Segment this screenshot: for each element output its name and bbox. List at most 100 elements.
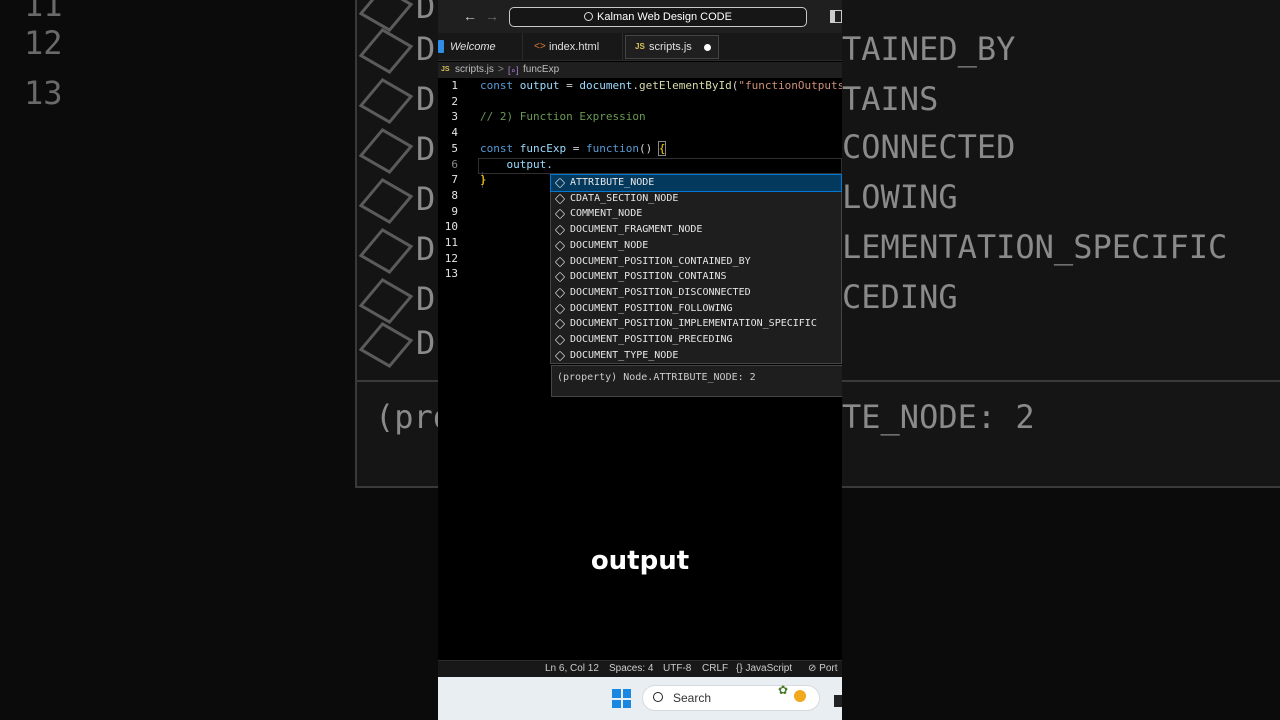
background-row: D bbox=[358, 77, 435, 125]
line-number: 6 bbox=[451, 157, 458, 171]
background-row: D bbox=[358, 177, 435, 225]
line-number: 7 bbox=[451, 173, 458, 187]
tab-scripts-js[interactable]: JS scripts.js bbox=[625, 35, 719, 59]
property-cube-icon bbox=[554, 240, 566, 252]
suggestion-detail: (property) Node.ATTRIBUTE_NODE: 2 bbox=[551, 365, 842, 397]
background-row: CEDING bbox=[842, 278, 958, 316]
suggestion-item[interactable]: CDATA_SECTION_NODE bbox=[551, 191, 841, 207]
arrow-right-icon[interactable]: → bbox=[485, 8, 499, 24]
suggestion-item[interactable]: DOCUMENT_POSITION_CONTAINED_BY bbox=[551, 254, 841, 270]
suggestion-item[interactable]: DOCUMENT_FRAGMENT_NODE bbox=[551, 222, 841, 238]
suggestion-item[interactable]: DOCUMENT_TYPE_NODE bbox=[551, 348, 841, 364]
tab-index-html[interactable]: <> index.html bbox=[523, 33, 623, 61]
status-bar: Ln 6, Col 12 Spaces: 4 UTF-8 CRLF {} Jav… bbox=[438, 660, 842, 677]
arrow-left-icon[interactable]: ← bbox=[463, 8, 477, 24]
property-cube-icon bbox=[554, 318, 566, 330]
property-cube-icon bbox=[554, 271, 566, 283]
background-row: D bbox=[358, 227, 435, 275]
breadcrumb-symbol[interactable]: funcExp bbox=[523, 62, 559, 78]
tab-welcome[interactable]: Welcome bbox=[438, 33, 523, 61]
js-icon: JS bbox=[441, 66, 450, 73]
command-center-search[interactable]: Kalman Web Design CODE bbox=[509, 7, 807, 27]
property-cube-icon bbox=[554, 350, 566, 361]
property-cube-icon bbox=[554, 334, 566, 346]
code-line-5: const funcExp = function() { bbox=[480, 140, 667, 156]
background-hover-text: TE_NODE: 2 bbox=[842, 398, 1035, 436]
suggestion-item[interactable]: DOCUMENT_POSITION_FOLLOWING bbox=[551, 301, 841, 317]
chevron-right-icon: > bbox=[498, 64, 504, 75]
property-cube-icon bbox=[554, 256, 566, 267]
line-number: 13 bbox=[444, 267, 458, 281]
background-row: TAINED_BY bbox=[842, 30, 1016, 68]
tab-label: scripts.js bbox=[649, 41, 692, 53]
ports-icon: ⊘ bbox=[808, 663, 820, 674]
breadcrumb: JS scripts.js > [∘] funcExp bbox=[438, 62, 842, 78]
tab-label: Welcome bbox=[450, 41, 496, 53]
search-icon bbox=[584, 12, 594, 21]
line-number: 12 bbox=[444, 251, 458, 265]
video-caption: output bbox=[590, 546, 690, 576]
search-icon bbox=[653, 692, 663, 702]
js-icon: JS bbox=[635, 42, 645, 51]
background-left: 11 12 13 D D D D D D D D (pro bbox=[0, 0, 438, 720]
editor-tabs: Welcome <> index.html JS scripts.js bbox=[438, 33, 842, 61]
status-cursor-position[interactable]: Ln 6, Col 12 bbox=[545, 661, 599, 677]
status-eol[interactable]: CRLF bbox=[702, 661, 728, 677]
vscode-icon bbox=[438, 40, 444, 53]
code-line-7: } bbox=[480, 173, 487, 187]
background-row: LEMENTATION_SPECIFIC bbox=[842, 228, 1228, 266]
line-number: 5 bbox=[451, 141, 458, 155]
breadcrumb-file[interactable]: scripts.js bbox=[455, 62, 494, 78]
line-number: 8 bbox=[451, 188, 458, 202]
property-cube-icon bbox=[554, 287, 566, 299]
background-row: CONNECTED bbox=[842, 128, 1016, 166]
background-row: TAINS bbox=[842, 80, 939, 118]
background-hover-text: (pro bbox=[375, 398, 438, 436]
background-line-number: 12 bbox=[24, 24, 63, 62]
line-number: 10 bbox=[444, 220, 458, 234]
code-line-1: const output = document.getElementById("… bbox=[480, 79, 842, 92]
property-cube-icon bbox=[554, 303, 566, 314]
property-cube-icon bbox=[554, 224, 566, 236]
suggestion-item[interactable]: COMMENT_NODE bbox=[551, 206, 841, 222]
background-row: D bbox=[358, 0, 435, 33]
suggest-widget[interactable]: ATTRIBUTE_NODE CDATA_SECTION_NODE COMMEN… bbox=[550, 174, 842, 397]
suggestion-item[interactable]: DOCUMENT_POSITION_CONTAINS bbox=[551, 269, 841, 285]
unsaved-dot-icon[interactable] bbox=[704, 44, 711, 51]
search-highlight-icon: ✿ bbox=[778, 683, 789, 697]
windows-logo-icon[interactable] bbox=[612, 689, 631, 708]
tab-label: index.html bbox=[549, 41, 600, 53]
background-row: D bbox=[358, 321, 435, 369]
line-number: 2 bbox=[451, 94, 458, 108]
background-line-number: 13 bbox=[24, 74, 63, 112]
title-bar: ← → Kalman Web Design CODE bbox=[438, 0, 842, 33]
line-number: 3 bbox=[451, 110, 458, 124]
suggestion-item[interactable]: DOCUMENT_POSITION_DISCONNECTED bbox=[551, 285, 841, 301]
suggestion-item[interactable]: DOCUMENT_POSITION_PRECEDING bbox=[551, 332, 841, 348]
status-ports[interactable]: ⊘ Port bbox=[808, 661, 838, 677]
code-line-6: output. bbox=[480, 157, 553, 171]
toggle-sidebar-icon[interactable] bbox=[830, 10, 842, 23]
line-number: 9 bbox=[451, 204, 458, 218]
status-indentation[interactable]: Spaces: 4 bbox=[609, 661, 653, 677]
line-number: 11 bbox=[444, 236, 458, 249]
code-line-3: // 2) Function Expression bbox=[480, 110, 646, 124]
taskbar-app-icon[interactable] bbox=[834, 695, 842, 707]
status-language[interactable]: {} JavaScript bbox=[736, 661, 792, 677]
taskbar-search[interactable]: Search bbox=[642, 685, 820, 711]
html-icon: <> bbox=[534, 41, 546, 52]
suggestion-item[interactable]: DOCUMENT_POSITION_IMPLEMENTATION_SPECIFI… bbox=[551, 316, 841, 332]
suggestion-item[interactable]: ATTRIBUTE_NODE bbox=[550, 174, 842, 192]
line-number: 1 bbox=[451, 79, 458, 92]
line-number: 4 bbox=[451, 126, 458, 140]
variable-icon: [∘] bbox=[508, 65, 519, 75]
suggestion-item[interactable]: DOCUMENT_NODE bbox=[551, 238, 841, 254]
property-cube-icon bbox=[554, 193, 566, 204]
status-encoding[interactable]: UTF-8 bbox=[663, 661, 691, 677]
vscode-window: ← → Kalman Web Design CODE Welcome <> in… bbox=[438, 0, 842, 720]
background-right: TAINED_BY TAINS CONNECTED LOWING LEMENTA… bbox=[842, 0, 1280, 720]
property-cube-icon bbox=[554, 209, 566, 220]
windows-taskbar: Search ✿ bbox=[438, 677, 842, 720]
command-center-label: Kalman Web Design CODE bbox=[597, 11, 732, 23]
sun-icon bbox=[794, 690, 806, 702]
